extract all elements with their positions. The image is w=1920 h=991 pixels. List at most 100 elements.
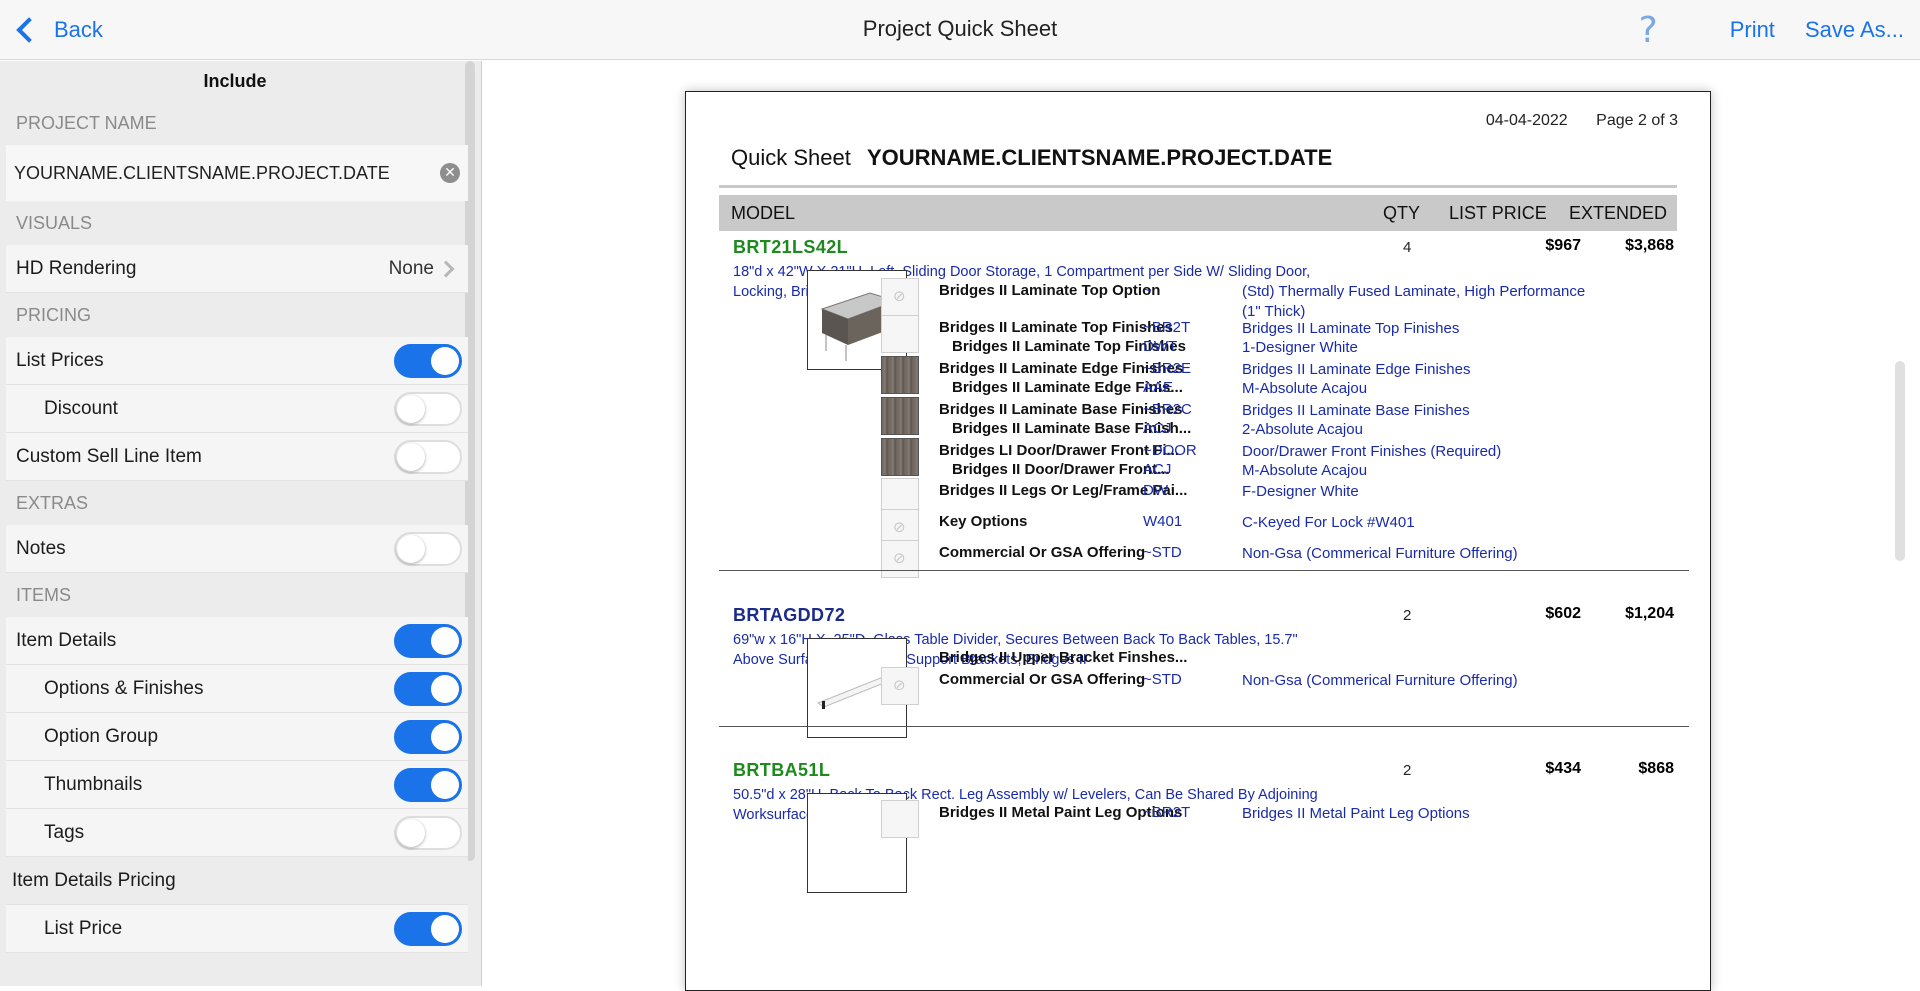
toggle-knob bbox=[431, 722, 459, 751]
list-prices-toggle[interactable] bbox=[394, 343, 462, 378]
list-price-toggle[interactable] bbox=[394, 911, 462, 946]
toggle-knob bbox=[397, 394, 425, 423]
page-date-line: 04-04-2022 Page 2 of 3 bbox=[1462, 112, 1678, 130]
option-description: M-Absolute Acajou bbox=[1242, 462, 1368, 479]
document-scrollbar[interactable] bbox=[1895, 361, 1905, 561]
item-details-toggle[interactable] bbox=[394, 623, 462, 658]
option-group-toggle[interactable] bbox=[394, 719, 462, 754]
document-date: 04-04-2022 bbox=[1485, 112, 1568, 129]
hd-rendering-row[interactable]: HD Rendering None bbox=[6, 245, 468, 293]
tags-toggle[interactable] bbox=[394, 815, 462, 850]
option-name: Commercial Or GSA Offering bbox=[939, 544, 1146, 561]
section-project-name: PROJECT NAME bbox=[16, 113, 157, 133]
option-code: ~STD bbox=[1143, 544, 1182, 561]
no-image-icon bbox=[881, 540, 919, 578]
list-price-row: List Price bbox=[6, 905, 468, 953]
item-model[interactable]: BRT21LS42L bbox=[733, 237, 848, 258]
option-description: Bridges II Metal Paint Leg Options bbox=[1242, 805, 1470, 822]
option-name: Commercial Or GSA Offering bbox=[939, 671, 1146, 688]
option-description: Door/Drawer Front Finishes (Required) bbox=[1242, 443, 1502, 460]
option-code: ~BR2T bbox=[1143, 804, 1191, 821]
page-title: Project Quick Sheet bbox=[862, 16, 1058, 41]
option-name: Bridges II Laminate Top Finishes bbox=[939, 319, 1173, 336]
item-divider bbox=[719, 726, 1689, 727]
options-finishes-label: Options & Finishes bbox=[44, 677, 204, 699]
discount-toggle[interactable] bbox=[394, 391, 462, 426]
option-description: 2-Absolute Acajou bbox=[1242, 421, 1363, 438]
item-extended: $868 bbox=[1638, 760, 1674, 777]
option-row: Bridges II Laminate Base Finish... ACJ 2-A… bbox=[881, 420, 1681, 442]
top-actions: ? Print Save As... bbox=[1639, 10, 1904, 51]
print-button[interactable]: Print bbox=[1730, 17, 1775, 43]
discount-label: Discount bbox=[44, 397, 118, 419]
option-code: AAE bbox=[1143, 379, 1174, 396]
question-mark-icon[interactable]: ? bbox=[1639, 10, 1658, 51]
table-header: MODEL QTY LIST PRICE EXTENDED bbox=[719, 195, 1677, 231]
item-qty: 2 bbox=[1403, 607, 1412, 624]
document-preview: 04-04-2022 Page 2 of 3 Quick Sheet YOURN… bbox=[483, 61, 1920, 991]
item-model[interactable]: BRTAGDD72 bbox=[733, 605, 845, 626]
item-qty: 4 bbox=[1403, 239, 1412, 256]
option-description: M-Absolute Acajou bbox=[1242, 380, 1368, 397]
option-row: Bridges II Laminate Top Option~ (Std) The… bbox=[881, 278, 1681, 320]
option-description: C-Keyed For Lock #W401 bbox=[1242, 514, 1415, 531]
custom-sell-toggle[interactable] bbox=[394, 439, 462, 474]
option-code: ACJ bbox=[1143, 461, 1172, 478]
section-pricing: PRICING bbox=[16, 305, 92, 325]
option-name: Key Options bbox=[939, 513, 1028, 530]
header-model: MODEL bbox=[731, 203, 796, 223]
option-row: Bridges II Laminate Edge Finis... AAE M-Ab… bbox=[881, 379, 1681, 401]
option-row: Key Options W401 C-Keyed For Lock #W401 bbox=[881, 509, 1681, 547]
no-image-icon bbox=[881, 278, 919, 316]
thumbnails-toggle[interactable] bbox=[394, 767, 462, 802]
toggle-knob bbox=[431, 346, 459, 375]
option-code: ~ bbox=[1143, 282, 1152, 299]
options-finishes-toggle[interactable] bbox=[394, 671, 462, 706]
option-code: ~BR2T bbox=[1143, 319, 1191, 336]
option-description: 1-Designer White bbox=[1242, 339, 1358, 356]
finish-swatch bbox=[881, 800, 919, 838]
header-extended: EXTENDED bbox=[1569, 203, 1668, 223]
chevron-right-icon bbox=[437, 260, 455, 277]
option-code: W401 bbox=[1143, 513, 1183, 530]
item-details-label: Item Details bbox=[16, 629, 117, 651]
custom-sell-row: Custom Sell Line Item bbox=[6, 433, 468, 481]
notes-toggle[interactable] bbox=[394, 531, 462, 566]
item-extended: $1,204 bbox=[1625, 605, 1674, 622]
option-code: ~BR2E bbox=[1143, 360, 1191, 377]
item-extended: $3,868 bbox=[1625, 237, 1674, 254]
option-group-row: Option Group bbox=[6, 713, 468, 761]
list-prices-label: List Prices bbox=[16, 349, 104, 371]
option-description: Bridges II Laminate Top Finishes bbox=[1242, 320, 1460, 337]
no-image-icon bbox=[881, 667, 919, 705]
item-details-pricing-row: Item Details Pricing bbox=[6, 857, 468, 905]
option-code: ~DOOR bbox=[1143, 442, 1197, 459]
save-as-button[interactable]: Save As... bbox=[1805, 17, 1904, 43]
page-number: Page 2 of 3 bbox=[1596, 112, 1678, 129]
section-items: ITEMS bbox=[16, 585, 72, 605]
clear-circle-icon[interactable]: ✕ bbox=[440, 163, 460, 183]
option-description: (Std) Thermally Fused Laminate, High Per… bbox=[1242, 283, 1586, 320]
option-row: Bridges II Legs Or Leg/Frame Pai... DW F-D… bbox=[881, 478, 1681, 516]
tags-row: Tags bbox=[6, 809, 468, 857]
item-details-pricing-label: Item Details Pricing bbox=[12, 869, 176, 891]
title-rule bbox=[719, 185, 1677, 188]
header-list-price: LIST PRICE bbox=[1449, 203, 1547, 223]
quick-sheet-title: Quick Sheet YOURNAME.CLIENTSNAME.PROJECT… bbox=[731, 145, 1332, 171]
toggle-knob bbox=[397, 818, 425, 847]
option-row: Bridges II Laminate Top Finishes DWT 1-Des… bbox=[881, 338, 1681, 360]
item-list-price: $434 bbox=[1545, 760, 1581, 777]
item-list-price: $967 bbox=[1545, 237, 1581, 254]
project-name-value: YOURNAME.CLIENTSNAME.PROJECT.DATE bbox=[14, 162, 390, 183]
item-model[interactable]: BRTBA51L bbox=[733, 760, 830, 781]
option-row: Commercial Or GSA Offering~STD Non-Gsa (C… bbox=[881, 540, 1681, 578]
option-row: Bridges II Metal Paint Leg Options ~BR2T B… bbox=[881, 800, 1681, 838]
option-description: Non-Gsa (Commerical Furniture Offering) bbox=[1242, 672, 1518, 689]
option-code: ~STD bbox=[1143, 671, 1182, 688]
project-name-field[interactable]: YOURNAME.CLIENTSNAME.PROJECT.DATE ✕ bbox=[6, 145, 468, 201]
option-row: Commercial Or GSA Offering~STD Non-Gsa (C… bbox=[881, 667, 1681, 705]
item-list-price: $602 bbox=[1545, 605, 1581, 622]
hd-rendering-label: HD Rendering bbox=[16, 257, 137, 279]
toggle-knob bbox=[431, 626, 459, 655]
quick-sheet-label: Quick Sheet bbox=[731, 145, 851, 170]
